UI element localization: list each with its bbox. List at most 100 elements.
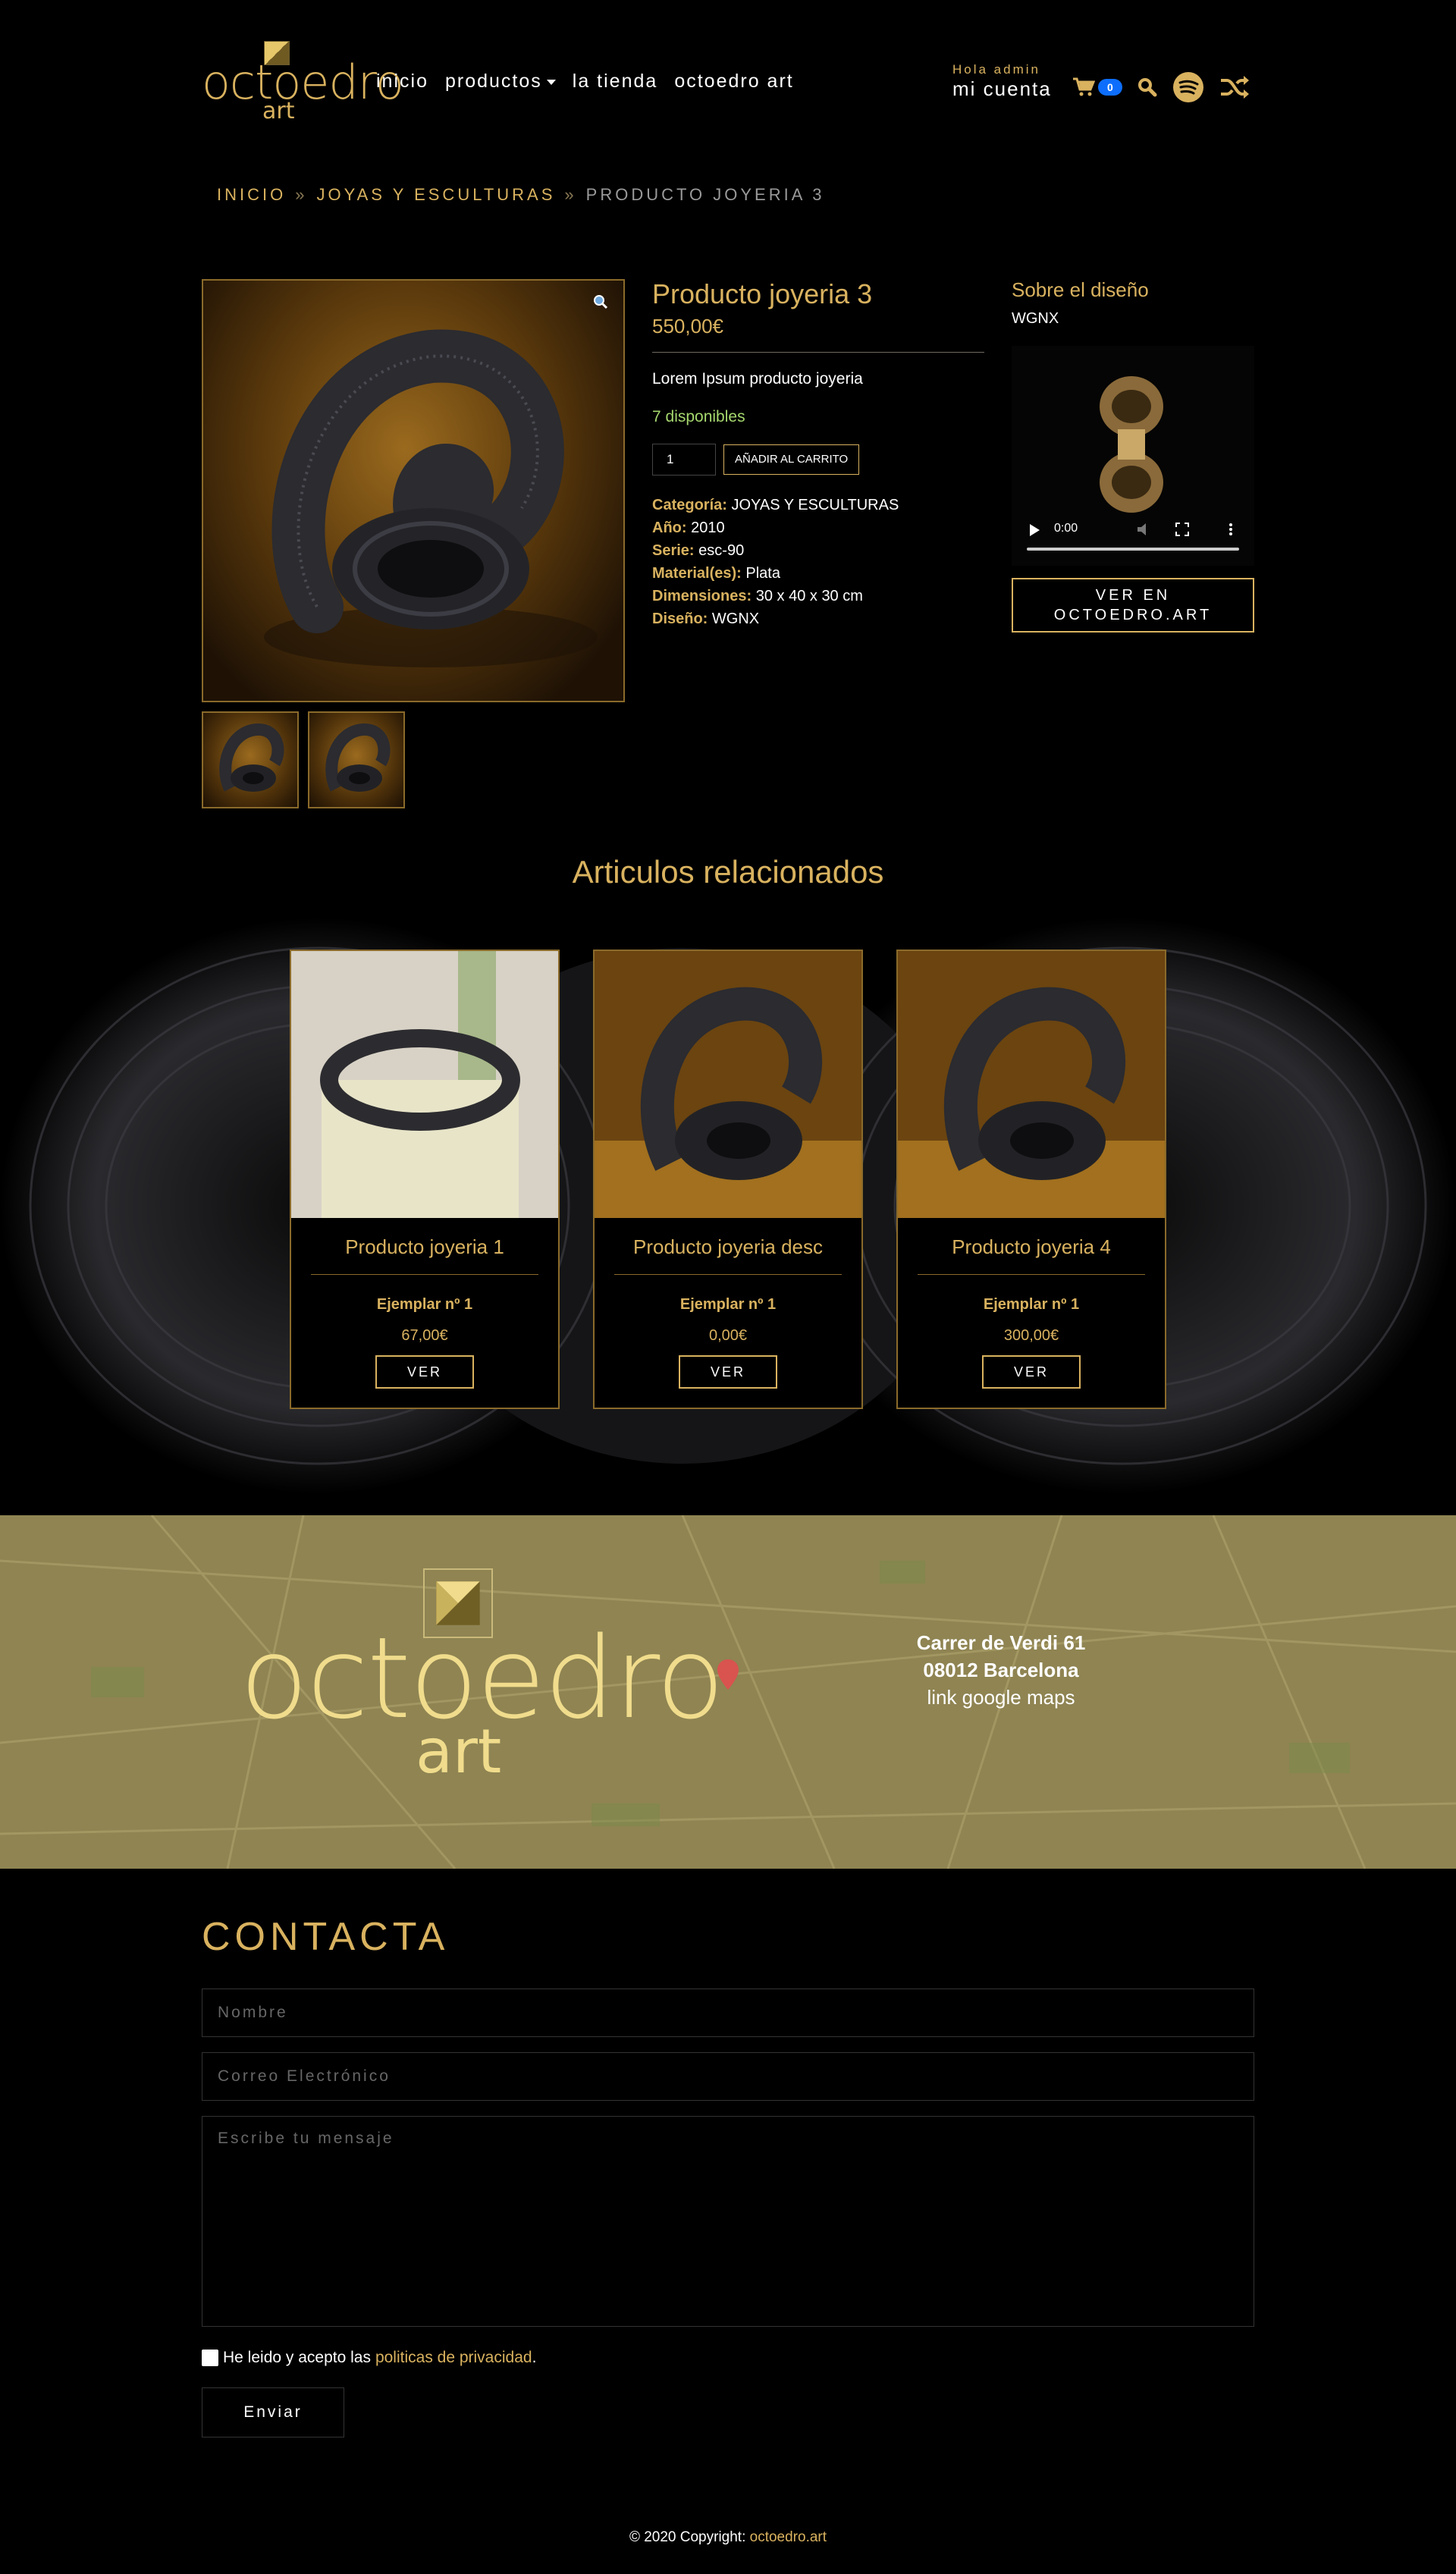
account-menu[interactable]: Hola admin mi cuenta bbox=[952, 62, 1052, 100]
google-maps-link[interactable]: link google maps bbox=[849, 1684, 1153, 1711]
shuffle-icon[interactable] bbox=[1219, 74, 1250, 100]
meta-value: 30 x 40 x 30 cm bbox=[755, 588, 863, 604]
account-link[interactable]: mi cuenta bbox=[952, 77, 1052, 100]
related-product-name[interactable]: Producto joyeria 1 bbox=[291, 1235, 558, 1259]
breadcrumb-category[interactable]: JOYAS Y ESCULTURAS bbox=[316, 185, 555, 204]
video-progress-bar[interactable] bbox=[1027, 548, 1239, 551]
product-main-image[interactable] bbox=[202, 279, 625, 702]
related-product-card[interactable]: Producto joyeria desc Ejemplar nº 1 0,00… bbox=[593, 950, 863, 1409]
footer-site-link[interactable]: octoedro.art bbox=[750, 2529, 827, 2545]
stock-status: 7 disponibles bbox=[652, 408, 745, 425]
quantity-input[interactable]: 1 bbox=[652, 444, 716, 476]
meta-key: Año: bbox=[652, 520, 687, 536]
button-line: OCTOEDRO.ART bbox=[1053, 607, 1213, 623]
designer-name: WGNX bbox=[1012, 310, 1059, 327]
add-to-cart-form: 1 AÑADIR AL CARRITO bbox=[652, 444, 986, 476]
product-meta: Categoría: JOYAS Y ESCULTURAS Año: 2010 … bbox=[652, 494, 986, 630]
location-map[interactable]: octoedro art Carrer de Verdi 61 08012 Ba… bbox=[0, 1515, 1456, 1869]
related-product-edition: Ejemplar nº 1 bbox=[376, 1296, 473, 1313]
nav-item-octoedro-art[interactable]: octoedro art bbox=[674, 70, 793, 93]
meta-key: Categoría: bbox=[652, 497, 727, 513]
related-product-edition: Ejemplar nº 1 bbox=[679, 1296, 777, 1313]
shell-sculpture-image bbox=[898, 951, 1165, 1218]
meta-value: esc-90 bbox=[698, 542, 745, 559]
privacy-checkbox[interactable] bbox=[202, 2350, 218, 2366]
meta-key: Dimensiones: bbox=[652, 588, 752, 604]
design-video-player[interactable]: 0:00 bbox=[1012, 346, 1254, 566]
meta-value: Plata bbox=[745, 565, 780, 582]
name-field[interactable]: Nombre bbox=[202, 1989, 1254, 2037]
view-product-button[interactable]: VER bbox=[679, 1355, 777, 1389]
message-textarea[interactable]: Escribe tu mensaje bbox=[202, 2116, 1254, 2327]
meta-row: Categoría: JOYAS Y ESCULTURAS bbox=[652, 494, 986, 516]
product-summary: Producto joyeria 3 550,00€ Lorem Ipsum p… bbox=[652, 278, 986, 630]
fullscreen-icon[interactable] bbox=[1175, 523, 1189, 536]
thumbnail-image bbox=[219, 724, 284, 792]
view-on-octoedro-button[interactable]: VER EN OCTOEDRO.ART bbox=[1012, 578, 1254, 633]
meta-row: Material(es): Plata bbox=[652, 562, 986, 585]
button-line: VER EN bbox=[1095, 587, 1171, 604]
more-options-icon[interactable] bbox=[1228, 523, 1233, 536]
nav-item-la-tienda[interactable]: la tienda bbox=[573, 70, 658, 93]
related-product-name[interactable]: Producto joyeria 4 bbox=[898, 1235, 1165, 1259]
spotify-icon[interactable] bbox=[1172, 71, 1204, 103]
zoom-icon[interactable] bbox=[593, 294, 608, 309]
add-to-cart-button[interactable]: AÑADIR AL CARRITO bbox=[723, 444, 860, 475]
meta-value[interactable]: JOYAS Y ESCULTURAS bbox=[731, 497, 899, 513]
related-product-price: 67,00€ bbox=[401, 1327, 448, 1344]
product-thumbnail[interactable] bbox=[308, 711, 405, 808]
meta-row: Dimensiones: 30 x 40 x 30 cm bbox=[652, 585, 986, 607]
meta-key: Diseño: bbox=[652, 611, 708, 627]
header-icons: 0 bbox=[1072, 71, 1250, 103]
site-header: octoedro art inicio productos la tienda … bbox=[202, 38, 1254, 129]
view-product-button[interactable]: VER bbox=[375, 1355, 474, 1389]
volume-icon[interactable] bbox=[1136, 522, 1153, 537]
product-title: Producto joyeria 3 bbox=[652, 278, 873, 309]
related-product-name[interactable]: Producto joyeria desc bbox=[595, 1235, 861, 1259]
product-price: 550,00€ bbox=[652, 315, 723, 337]
related-product-image[interactable] bbox=[595, 951, 861, 1218]
breadcrumb: INICIO » JOYAS Y ESCULTURAS » PRODUCTO JOYER… bbox=[217, 185, 825, 205]
breadcrumb-home[interactable]: INICIO bbox=[217, 185, 286, 204]
address-street: Carrer de Verdi 61 bbox=[916, 1631, 1086, 1654]
breadcrumb-separator: » bbox=[564, 185, 577, 204]
video-time: 0:00 bbox=[1054, 522, 1078, 535]
consent-period: . bbox=[532, 2349, 537, 2366]
meta-key: Material(es): bbox=[652, 565, 742, 582]
related-product-image[interactable] bbox=[898, 951, 1165, 1218]
contact-title: CONTACTA bbox=[202, 1915, 450, 1959]
related-title: Articulos relacionados bbox=[572, 854, 884, 890]
privacy-policy-link[interactable]: politicas de privacidad bbox=[375, 2348, 532, 2368]
design-title: Sobre el diseño bbox=[1012, 278, 1149, 301]
copyright-text: © 2020 Copyright: bbox=[629, 2529, 746, 2545]
site-logo[interactable]: octoedro art bbox=[202, 41, 404, 124]
related-product-image[interactable] bbox=[291, 951, 558, 1218]
meta-key: Serie: bbox=[652, 542, 695, 559]
related-product-edition: Ejemplar nº 1 bbox=[983, 1296, 1080, 1313]
product-thumbnail[interactable] bbox=[202, 711, 299, 808]
cart-icon bbox=[1073, 77, 1095, 96]
nav-item-productos[interactable]: productos bbox=[445, 70, 556, 93]
breadcrumb-current: PRODUCTO JOYERIA 3 bbox=[585, 185, 825, 204]
meta-row: Diseño: WGNX bbox=[652, 607, 986, 630]
related-product-card[interactable]: Producto joyeria 4 Ejemplar nº 1 300,00€… bbox=[896, 950, 1166, 1409]
video-frame-image bbox=[1100, 376, 1163, 513]
related-product-card[interactable]: Producto joyeria 1 Ejemplar nº 1 67,00€ … bbox=[290, 950, 560, 1409]
view-product-button[interactable]: VER bbox=[982, 1355, 1081, 1389]
meta-value: 2010 bbox=[691, 520, 725, 536]
main-nav: inicio productos la tienda octoedro art bbox=[376, 70, 794, 93]
divider bbox=[614, 1274, 842, 1275]
bracelet-image bbox=[291, 951, 558, 1218]
map-logo-sub: art bbox=[416, 1716, 502, 1787]
shell-sculpture-image bbox=[264, 329, 598, 667]
nav-item-inicio[interactable]: inicio bbox=[376, 70, 428, 93]
related-product-price: 300,00€ bbox=[1003, 1327, 1059, 1344]
play-icon[interactable] bbox=[1028, 523, 1040, 537]
search-icon[interactable] bbox=[1138, 77, 1157, 97]
cart-button[interactable]: 0 bbox=[1072, 77, 1122, 97]
submit-button[interactable]: Enviar bbox=[202, 2387, 344, 2437]
logo-word: octoedro bbox=[202, 55, 404, 110]
email-field[interactable]: Correo Electrónico bbox=[202, 2052, 1254, 2101]
chevron-down-icon bbox=[546, 79, 556, 85]
privacy-consent: He leido y acepto las politicas de priva… bbox=[202, 2348, 536, 2368]
